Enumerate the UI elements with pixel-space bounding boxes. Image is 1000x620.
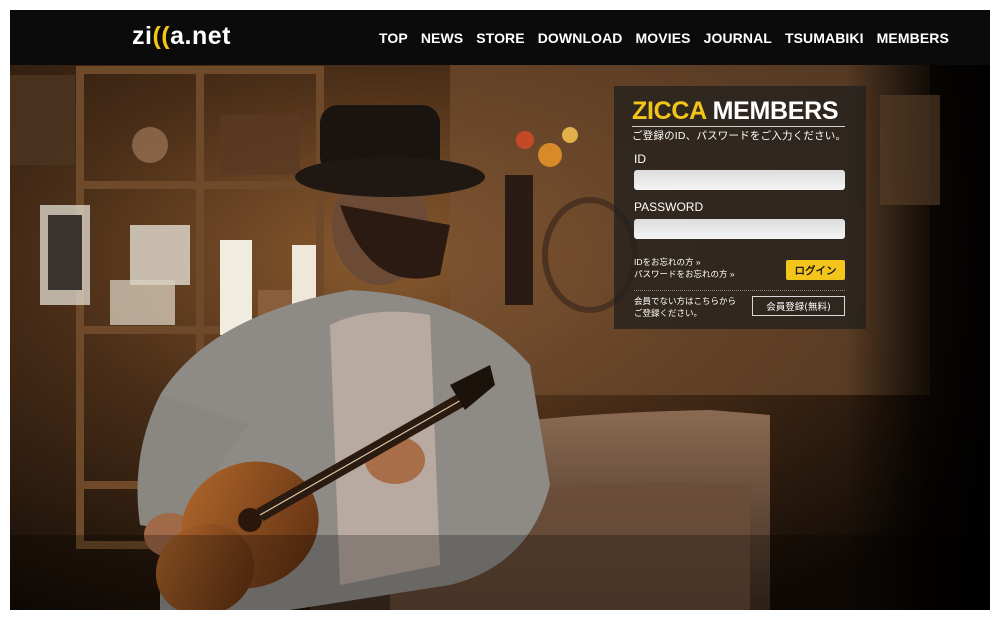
login-instructions: ご登録のID、パスワードをご入力ください。	[632, 130, 847, 142]
nav-item-tsumabiki[interactable]: TSUMABIKI	[785, 30, 864, 46]
id-field[interactable]	[634, 170, 845, 190]
nav-item-movies[interactable]: MOVIES	[636, 30, 691, 46]
logo-arc-icon: ((	[152, 22, 171, 50]
panel-divider	[634, 290, 845, 291]
top-navigation-bar: zi((a.net TOP NEWS STORE DOWNLOAD MOVIES…	[10, 10, 990, 65]
forgot-links: IDをお忘れの方 » パスワードをお忘れの方 »	[634, 256, 735, 280]
nav-item-top[interactable]: TOP	[379, 30, 408, 46]
register-note: 会員でない方はこちらから ご登録ください。	[634, 296, 737, 318]
nav-item-members[interactable]: MEMBERS	[877, 30, 949, 46]
nav-item-store[interactable]: STORE	[476, 30, 524, 46]
password-field[interactable]	[634, 219, 845, 239]
nav-item-journal[interactable]: JOURNAL	[704, 30, 772, 46]
main-nav: TOP NEWS STORE DOWNLOAD MOVIES JOURNAL T…	[379, 10, 962, 65]
register-button[interactable]: 会員登録(無料)	[752, 296, 845, 316]
login-button[interactable]: ログイン	[786, 260, 845, 280]
login-panel-title: ZICCA MEMBERS	[632, 97, 839, 125]
nav-item-download[interactable]: DOWNLOAD	[538, 30, 623, 46]
forgot-id-link[interactable]: IDをお忘れの方 »	[634, 256, 735, 268]
forgot-password-link[interactable]: パスワードをお忘れの方 »	[634, 268, 735, 280]
page-frame: zi((a.net TOP NEWS STORE DOWNLOAD MOVIES…	[10, 10, 990, 610]
title-divider	[632, 126, 845, 127]
id-label: ID	[634, 152, 646, 166]
members-login-panel: ZICCA MEMBERS ご登録のID、パスワードをご入力ください。 ID P…	[614, 86, 866, 329]
nav-item-news[interactable]: NEWS	[421, 30, 463, 46]
site-logo[interactable]: zi((a.net	[132, 20, 231, 52]
password-label: PASSWORD	[634, 200, 704, 214]
